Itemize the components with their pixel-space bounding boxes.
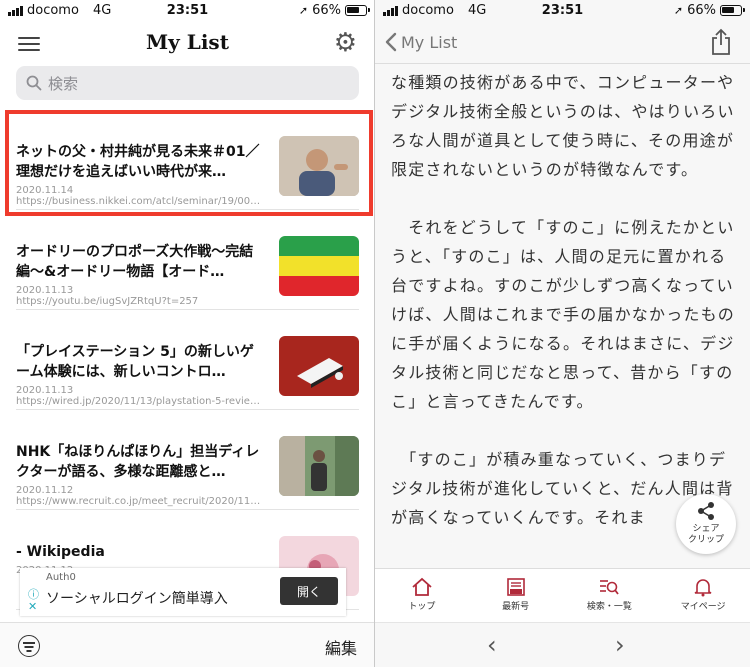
share-label: シェア [692,524,720,534]
item-url: https://youtu.be/iugSvJZRtqU?t=257 [16,296,199,307]
search-icon [26,75,42,91]
tab-latest[interactable]: 最新号 [469,569,563,622]
search-placeholder: 検索 [48,74,79,93]
item-thumbnail [279,136,359,196]
edit-button[interactable]: 編集 [325,635,357,659]
tab-mypage[interactable]: マイページ [656,569,750,622]
bottom-toolbar: 編集 [0,622,375,667]
bell-icon [656,577,750,599]
article-paragraph: それをどうして「すのこ」に例えたかというと、「すのこ」は、人間の足元に置かれる台… [391,218,736,411]
article-list: ネットの父・村井純が見る未来＃01／理想だけを追えばいい時代が来… 2020.1… [0,110,375,610]
battery-icon [345,5,370,16]
article-body: な種類の技術がある中で、コンピューターやデジタル技術全般というのは、やはりいろい… [391,68,736,561]
new-issue-icon [469,577,563,599]
nav-bar: My List [375,24,750,64]
item-date: 2020.11.14 [16,185,74,196]
back-button[interactable]: My List [385,32,457,52]
list-item[interactable]: NHK「ねほりんぱほりん」担当ディレクターが語る、多様な距離感と… 2020.1… [16,410,359,510]
item-title: 「プレイステーション 5」の新しいゲーム体験には、新しいコントロ… [16,344,254,380]
ad-banner[interactable]: ⓘ ✕ Auth0 ソーシャルログイン簡単導入 開く [20,568,346,616]
list-item[interactable]: 「プレイステーション 5」の新しいゲーム体験には、新しいコントロ… 2020.1… [16,310,359,410]
search-list-icon [563,577,657,599]
chevron-right-icon[interactable]: › [615,631,625,659]
item-title: ネットの父・村井純が見る未来＃01／理想だけを追えばいい時代が来… [16,144,260,180]
list-item[interactable]: オードリーのプロポーズ大作戦〜完結編〜&オードリー物語【オード… 2020.11… [16,210,359,310]
list-item[interactable]: ネットの父・村井純が見る未来＃01／理想だけを追えばいい時代が来… 2020.1… [16,110,359,210]
item-date: 2020.11.13 [16,285,74,296]
battery-icon [720,5,745,16]
tab-bar: トップ 最新号 検索・一覧 マイページ [375,568,750,622]
tab-label: マイページ [680,602,726,612]
ad-brand: Auth0 [46,572,76,583]
item-url: https://business.nikkei.com/atcl/seminar… [16,196,261,207]
tab-top[interactable]: トップ [375,569,469,622]
battery-percent: 66% [687,3,716,18]
filter-icon[interactable] [18,635,40,657]
item-title: NHK「ねほりんぱほりん」担当ディレクターが語る、多様な距離感と… [16,444,260,480]
my-list-screen: docomo 4G 23:51 ➚ 66% My List ⚙ 検索 ネットの父… [0,0,375,667]
item-date: 2020.11.12 [16,485,74,496]
share-icon[interactable] [710,28,732,60]
item-thumbnail [279,336,359,396]
article-paragraph: な種類の技術がある中で、コンピューターやデジタル技術全般というのは、やはりいろい… [391,73,735,179]
item-title: オードリーのプロポーズ大作戦〜完結編〜&オードリー物語【オード… [16,244,254,280]
ad-close-icon[interactable]: ✕ [28,600,37,613]
nav-bar: My List ⚙ [0,24,375,64]
item-date: 2020.11.13 [16,385,74,396]
home-icon [375,577,469,599]
status-bar: docomo 4G 23:51 ➚ 66% [375,0,750,22]
share-network-icon [698,502,714,520]
tab-label: 検索・一覧 [586,602,632,612]
article-screen: docomo 4G 23:51 ➚ 66% My List な種類の技術がある中… [375,0,750,667]
item-title: - Wikipedia [16,544,105,560]
chevron-left-icon [385,32,397,52]
chevron-left-icon[interactable]: ‹ [487,631,497,659]
gear-icon[interactable]: ⚙ [334,30,357,56]
ad-text: ソーシャルログイン簡単導入 [46,591,228,607]
ad-open-button[interactable]: 開く [280,577,338,605]
item-thumbnail [279,436,359,496]
page-title: My List [146,30,229,54]
battery-percent: 66% [312,3,341,18]
location-icon: ➚ [673,4,684,17]
status-bar: docomo 4G 23:51 ➚ 66% [0,0,375,22]
item-url: https://wired.jp/2020/11/13/playstation-… [16,396,261,407]
tab-label: トップ [408,602,436,612]
share-clip-button[interactable]: シェア クリップ [676,494,736,554]
tab-label: 最新号 [502,602,530,612]
item-thumbnail [279,236,359,296]
search-input[interactable]: 検索 [16,66,359,100]
back-label: My List [401,32,458,52]
tab-search[interactable]: 検索・一覧 [563,569,657,622]
item-url: https://www.recruit.co.jp/meet_recruit/2… [16,496,261,507]
location-icon: ➚ [298,4,309,17]
clip-label: クリップ [687,535,724,545]
pager: ‹ › [375,622,750,667]
